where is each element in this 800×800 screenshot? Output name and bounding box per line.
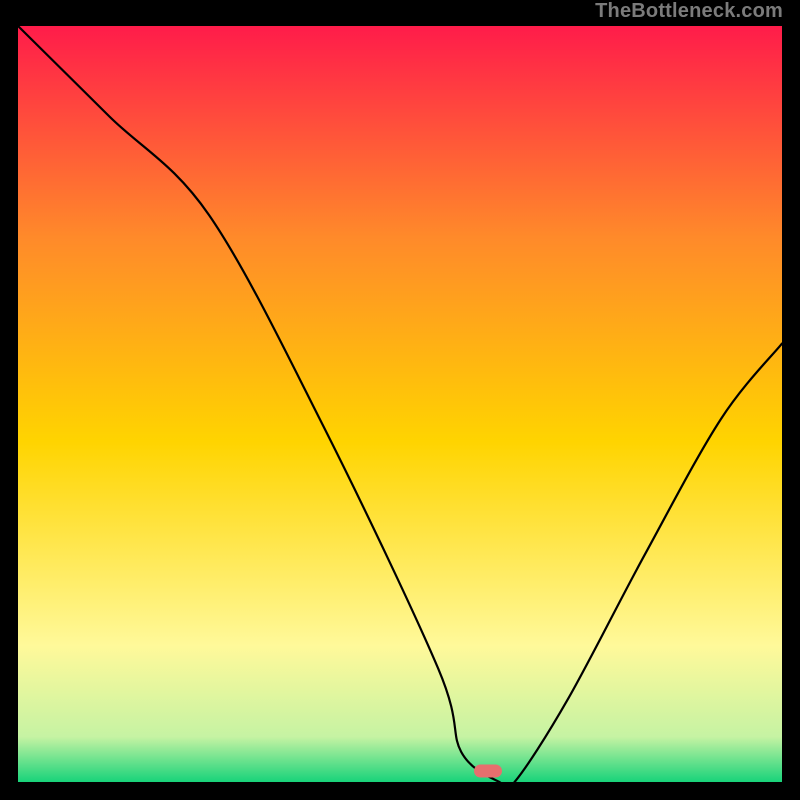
chart-svg <box>18 26 782 782</box>
gradient-background <box>18 26 782 782</box>
optimum-marker <box>474 764 502 777</box>
chart-frame: TheBottleneck.com <box>0 0 800 800</box>
plot-area <box>18 26 782 782</box>
watermark-text: TheBottleneck.com <box>595 0 783 23</box>
